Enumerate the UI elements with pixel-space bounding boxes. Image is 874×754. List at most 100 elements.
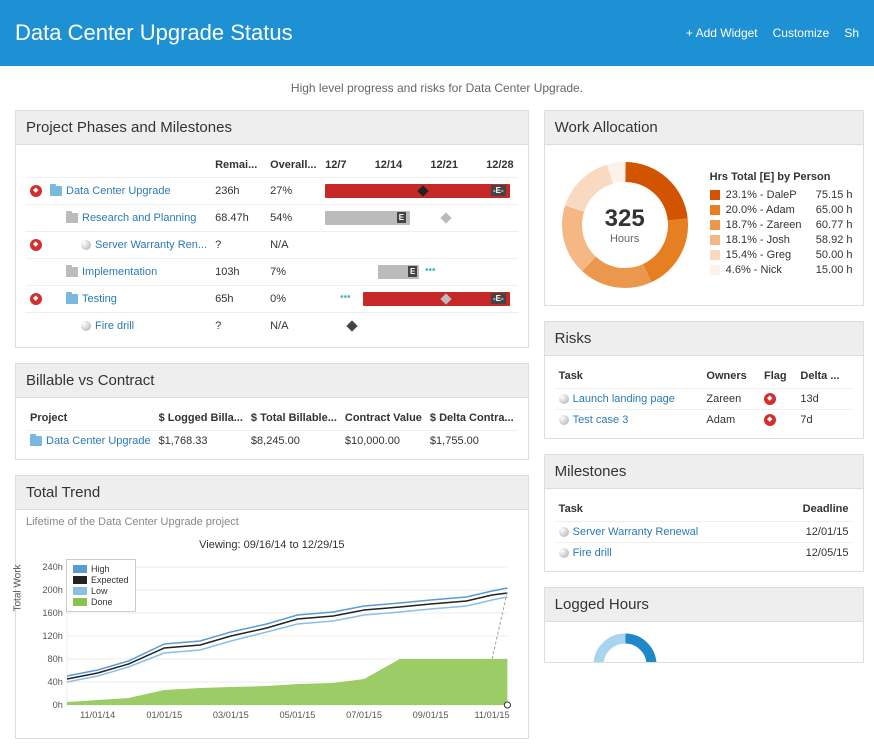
billable-panel: Billable vs Contract Project $ Logged Bi… bbox=[15, 363, 529, 460]
svg-text:120h: 120h bbox=[42, 631, 63, 641]
folder-icon bbox=[66, 213, 78, 223]
svg-text:05/01/15: 05/01/15 bbox=[279, 710, 315, 720]
task-link[interactable]: Implementation bbox=[82, 266, 157, 278]
donut-value: 325 bbox=[605, 205, 645, 233]
customize-button[interactable]: Customize bbox=[773, 26, 830, 40]
logged-donut bbox=[555, 630, 695, 662]
table-row: Research and Planning 68.47h 54% E bbox=[26, 205, 518, 232]
flag-icon bbox=[30, 185, 42, 197]
folder-icon bbox=[66, 267, 78, 277]
legend-item: 18.7% - Zareen60.77 h bbox=[710, 219, 853, 231]
svg-text:07/01/15: 07/01/15 bbox=[346, 710, 382, 720]
milestones-table: Task Deadline Server Warranty Renewal 12… bbox=[555, 497, 853, 563]
gantt-bar: ••• -E- bbox=[325, 290, 514, 308]
trend-subtitle: Lifetime of the Data Center Upgrade proj… bbox=[16, 510, 528, 534]
risks-panel: Risks Task Owners Flag Delta ... Launch … bbox=[544, 321, 864, 439]
svg-text:0h: 0h bbox=[53, 700, 63, 710]
trend-panel: Total Trend Lifetime of the Data Center … bbox=[15, 475, 529, 739]
donut-label: Hours bbox=[605, 233, 645, 245]
task-link[interactable]: Research and Planning bbox=[82, 212, 196, 224]
folder-icon bbox=[66, 294, 78, 304]
task-link[interactable]: Fire drill bbox=[573, 547, 612, 559]
table-row: Launch landing page Zareen 13d bbox=[555, 389, 853, 410]
gantt-bar bbox=[325, 236, 514, 254]
milestones-panel: Milestones Task Deadline Server Warranty… bbox=[544, 454, 864, 572]
phases-panel: Project Phases and Milestones Remai... O… bbox=[15, 110, 529, 348]
chart-legend: High Expected Low Done bbox=[66, 559, 136, 612]
billable-title: Billable vs Contract bbox=[16, 364, 528, 398]
gantt-bar bbox=[325, 317, 514, 335]
legend-item: 20.0% - Adam65.00 h bbox=[710, 204, 853, 216]
y-axis-label: Total Work bbox=[13, 564, 24, 611]
table-row: Data Center Upgrade 236h 27% -E- bbox=[26, 178, 518, 205]
folder-icon bbox=[30, 436, 42, 446]
ball-icon bbox=[559, 548, 569, 558]
svg-text:240h: 240h bbox=[42, 562, 63, 572]
table-row: Server Warranty Ren... ? N/A bbox=[26, 232, 518, 259]
add-widget-button[interactable]: + Add Widget bbox=[686, 26, 758, 40]
allocation-title: Work Allocation bbox=[545, 111, 863, 145]
task-link[interactable]: Server Warranty Ren... bbox=[95, 239, 207, 251]
legend-item: 23.1% - DaleP75.15 h bbox=[710, 189, 853, 201]
page-subtitle: High level progress and risks for Data C… bbox=[0, 66, 874, 110]
table-row: Fire drill ? N/A bbox=[26, 313, 518, 340]
share-button[interactable]: Sh bbox=[844, 26, 859, 40]
svg-text:09/01/15: 09/01/15 bbox=[413, 710, 449, 720]
gantt-bar: E ••• bbox=[325, 263, 514, 281]
ball-icon bbox=[559, 415, 569, 425]
svg-text:200h: 200h bbox=[42, 585, 63, 595]
table-row: Data Center Upgrade $1,768.33 $8,245.00 … bbox=[26, 431, 518, 452]
table-row: Test case 3 Adam 7d bbox=[555, 410, 853, 431]
table-row: Implementation 103h 7% E ••• bbox=[26, 259, 518, 286]
gantt-bar: -E- bbox=[325, 182, 514, 200]
viewing-range: Viewing: 09/16/14 to 12/29/15 bbox=[26, 539, 518, 551]
table-row: Server Warranty Renewal 12/01/15 bbox=[555, 522, 853, 543]
task-link[interactable]: Testing bbox=[82, 293, 117, 305]
col-overall: Overall... bbox=[266, 153, 321, 178]
phases-table: Remai... Overall... 12/7 12/14 12/21 12/… bbox=[26, 153, 518, 339]
svg-text:40h: 40h bbox=[47, 677, 62, 687]
legend-item: 4.6% - Nick15.00 h bbox=[710, 264, 853, 276]
task-link[interactable]: Launch landing page bbox=[573, 393, 675, 405]
page-title: Data Center Upgrade Status bbox=[15, 20, 293, 46]
flag-icon bbox=[764, 414, 776, 426]
gantt-bar: E bbox=[325, 209, 514, 227]
ball-icon bbox=[559, 394, 569, 404]
allocation-panel: Work Allocation 325 Hours bbox=[544, 110, 864, 306]
trend-title: Total Trend bbox=[16, 476, 528, 510]
billable-table: Project $ Logged Billa... $ Total Billab… bbox=[26, 406, 518, 451]
risks-table: Task Owners Flag Delta ... Launch landin… bbox=[555, 364, 853, 430]
svg-text:80h: 80h bbox=[47, 654, 62, 664]
flag-icon bbox=[30, 239, 42, 251]
project-link[interactable]: Data Center Upgrade bbox=[46, 435, 151, 447]
header-actions: + Add Widget Customize Sh bbox=[686, 26, 859, 40]
ball-icon bbox=[559, 527, 569, 537]
task-link[interactable]: Server Warranty Renewal bbox=[573, 526, 699, 538]
flag-icon bbox=[764, 393, 776, 405]
dashboard: Project Phases and Milestones Remai... O… bbox=[0, 110, 874, 754]
svg-text:11/01/15: 11/01/15 bbox=[474, 710, 509, 720]
svg-text:160h: 160h bbox=[42, 608, 63, 618]
page-header: Data Center Upgrade Status + Add Widget … bbox=[0, 0, 874, 66]
table-row: Testing 65h 0% ••• -E- bbox=[26, 286, 518, 313]
flag-icon bbox=[30, 293, 42, 305]
risks-title: Risks bbox=[545, 322, 863, 356]
legend-item: 18.1% - Josh58.92 h bbox=[710, 234, 853, 246]
task-link[interactable]: Fire drill bbox=[95, 320, 134, 332]
legend-item: 15.4% - Greg50.00 h bbox=[710, 249, 853, 261]
col-remain: Remai... bbox=[211, 153, 266, 178]
svg-text:11/01/14: 11/01/14 bbox=[80, 710, 115, 720]
svg-text:01/01/15: 01/01/15 bbox=[146, 710, 182, 720]
logged-panel: Logged Hours bbox=[544, 587, 864, 663]
svg-text:03/01/15: 03/01/15 bbox=[213, 710, 249, 720]
ball-icon bbox=[81, 321, 91, 331]
milestones-title: Milestones bbox=[545, 455, 863, 489]
task-link[interactable]: Test case 3 bbox=[573, 414, 629, 426]
ball-icon bbox=[81, 240, 91, 250]
folder-icon bbox=[50, 186, 62, 196]
allocation-legend: Hrs Total [E] by Person 23.1% - DaleP75.… bbox=[710, 171, 853, 279]
logged-title: Logged Hours bbox=[545, 588, 863, 622]
task-link[interactable]: Data Center Upgrade bbox=[66, 185, 171, 197]
table-row: Fire drill 12/05/15 bbox=[555, 543, 853, 564]
allocation-donut: 325 Hours bbox=[555, 155, 695, 295]
